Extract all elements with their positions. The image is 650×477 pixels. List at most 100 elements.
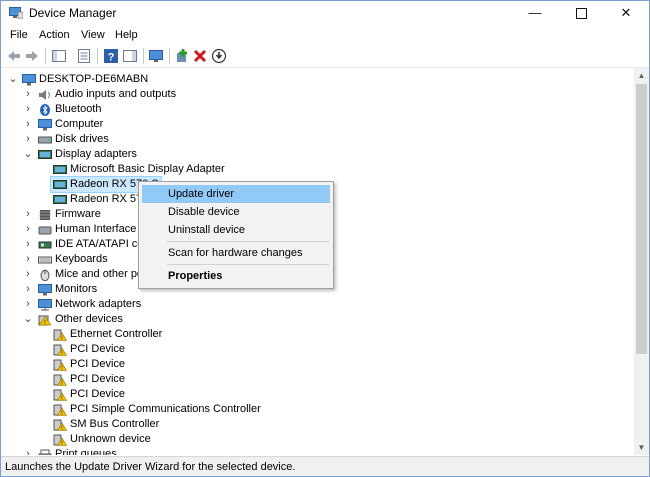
show-action-pane-icon[interactable] (122, 48, 138, 64)
display-adapter-icon (53, 164, 67, 174)
tree-item-ethernet-controller[interactable]: ! Ethernet Controller (53, 327, 162, 342)
ide-icon (38, 241, 52, 248)
status-text: Launches the Update Driver Wizard for th… (5, 461, 296, 473)
monitor-icon[interactable] (148, 48, 164, 64)
collapse-chevron-icon[interactable]: ⌄ (23, 147, 33, 162)
tree-item-network-adapters[interactable]: Network adapters (38, 297, 141, 312)
uninstall-device-menu-item[interactable]: Uninstall device (142, 221, 330, 239)
computer-icon (22, 73, 36, 85)
tree-item-display-adapters[interactable]: Display adapters (38, 147, 137, 162)
tree-item-disk-drives[interactable]: Disk drives (38, 132, 109, 147)
title-bar: Device Manager — ✕ (1, 1, 649, 25)
disk-icon (38, 136, 52, 143)
menu-help[interactable]: Help (115, 29, 138, 41)
show-hide-console-tree-icon[interactable] (51, 48, 67, 64)
update-driver-icon[interactable] (211, 48, 227, 64)
tree-item-pci-device[interactable]: ! PCI Device (53, 387, 125, 402)
tree-item-other-devices[interactable]: ! Other devices (38, 312, 123, 327)
context-menu: Update driver Disable device Uninstall d… (138, 181, 334, 289)
unknown-device-icon: ! (53, 404, 67, 416)
minimize-icon: — (528, 5, 542, 20)
maximize-icon (575, 8, 587, 20)
tree-item-mice[interactable]: Mice and other poi (38, 267, 146, 282)
expand-chevron-icon[interactable]: › (23, 282, 33, 297)
forward-icon[interactable] (24, 48, 40, 64)
unknown-device-icon: ! (53, 344, 67, 356)
tree-item-computer[interactable]: Computer (38, 117, 103, 132)
tree-item-firmware[interactable]: Firmware (38, 207, 101, 222)
printer-icon (38, 449, 52, 455)
tree-item-pci-device[interactable]: ! PCI Device (53, 372, 125, 387)
menu-file[interactable]: File (10, 29, 28, 41)
unknown-device-icon: ! (53, 329, 67, 341)
bluetooth-icon (40, 103, 50, 116)
close-icon: ✕ (620, 5, 632, 20)
tree-item-audio[interactable]: Audio inputs and outputs (38, 87, 176, 102)
tree-item-human-interface[interactable]: Human Interface D (38, 222, 147, 237)
window-title: Device Manager (29, 6, 117, 20)
keyboard-icon (38, 256, 52, 263)
properties-icon[interactable] (76, 48, 92, 64)
mouse-icon (40, 269, 50, 281)
minimize-button[interactable]: — (512, 1, 558, 25)
display-adapter-icon (38, 149, 52, 159)
tree-item-print-queues[interactable]: Print queues (38, 447, 117, 455)
expand-chevron-icon[interactable]: › (23, 222, 33, 237)
computer-icon (38, 118, 52, 130)
network-icon (38, 298, 52, 310)
display-adapter-icon (53, 194, 67, 204)
toolbar-separator (97, 48, 98, 64)
tree-item-radeon-rx-570[interactable]: Radeon RX 570 (53, 192, 148, 207)
scroll-down-arrow-icon[interactable]: ▼ (634, 440, 649, 455)
expand-chevron-icon[interactable]: › (23, 87, 33, 102)
display-adapter-icon (53, 179, 67, 189)
maximize-button[interactable] (558, 1, 604, 25)
properties-menu-item[interactable]: Properties (142, 267, 330, 285)
tree-item-ide-ata[interactable]: IDE ATA/ATAPI con (38, 237, 150, 252)
disable-device-menu-item[interactable]: Disable device (142, 203, 330, 221)
other-devices-icon: ! (38, 315, 52, 326)
help-icon[interactable]: ? (103, 48, 119, 64)
close-button[interactable]: ✕ (603, 1, 649, 25)
uninstall-icon[interactable] (192, 48, 208, 64)
tree-root[interactable]: DESKTOP-DE6MABN (22, 72, 148, 87)
unknown-device-icon: ! (53, 389, 67, 401)
menu-action[interactable]: Action (39, 29, 70, 41)
firmware-icon (39, 209, 51, 220)
expand-chevron-icon[interactable]: › (23, 117, 33, 132)
expand-chevron-icon[interactable]: › (23, 297, 33, 312)
update-driver-menu-item[interactable]: Update driver (142, 185, 330, 203)
expand-chevron-icon[interactable]: › (23, 447, 33, 455)
scrollbar-thumb[interactable] (636, 84, 647, 354)
expand-chevron-icon[interactable]: › (23, 267, 33, 282)
scan-hardware-changes-menu-item[interactable]: Scan for hardware changes (142, 244, 330, 262)
expand-chevron-icon[interactable]: › (23, 207, 33, 222)
expand-chevron-icon[interactable]: › (23, 252, 33, 267)
back-icon[interactable] (6, 48, 22, 64)
tree-item-microsoft-basic-display-adapter[interactable]: Microsoft Basic Display Adapter (53, 162, 225, 177)
expand-chevron-icon[interactable]: › (23, 237, 33, 252)
tree-item-pci-device[interactable]: ! PCI Device (53, 342, 125, 357)
expand-chevron-icon[interactable]: › (23, 132, 33, 147)
tree-item-unknown-device[interactable]: ! Unknown device (53, 432, 151, 447)
tree-item-sm-bus-controller[interactable]: ! SM Bus Controller (53, 417, 159, 432)
collapse-chevron-icon[interactable]: ⌄ (8, 72, 18, 87)
add-driver-icon[interactable] (174, 48, 190, 64)
expand-chevron-icon[interactable]: › (23, 102, 33, 117)
tree-item-monitors[interactable]: Monitors (38, 282, 97, 297)
tree-item-keyboards[interactable]: Keyboards (38, 252, 108, 267)
device-manager-app-icon (9, 7, 23, 19)
toolbar-separator (45, 48, 46, 64)
tree-item-pci-simple-communications-controller[interactable]: ! PCI Simple Communications Controller (53, 402, 261, 417)
menu-view[interactable]: View (81, 29, 105, 41)
toolbar: ? (1, 45, 649, 68)
tree-item-pci-device[interactable]: ! PCI Device (53, 357, 125, 372)
collapse-chevron-icon[interactable]: ⌄ (23, 312, 33, 327)
monitor-icon (38, 283, 52, 295)
device-manager-window: Device Manager — ✕ File Action View Help… (0, 0, 650, 477)
tree-item-bluetooth[interactable]: Bluetooth (38, 102, 101, 117)
hid-icon (38, 226, 52, 234)
unknown-device-icon: ! (53, 419, 67, 431)
vertical-scrollbar[interactable]: ▲ ▼ (634, 68, 649, 455)
scroll-up-arrow-icon[interactable]: ▲ (634, 68, 649, 83)
